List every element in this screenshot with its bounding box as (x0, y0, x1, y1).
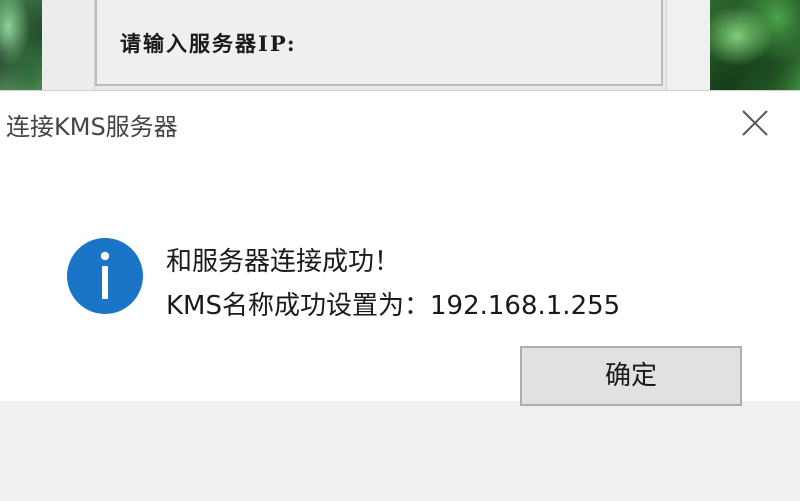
info-icon (66, 237, 144, 315)
dialog-title: 连接KMS服务器 (6, 113, 178, 141)
background-side-strip-right (666, 0, 711, 90)
background-decor-image-right (710, 0, 800, 90)
dialog-titlebar[interactable]: 连接KMS服务器 (0, 91, 800, 155)
message-line-1: 和服务器连接成功！ (166, 247, 401, 277)
close-icon (742, 110, 768, 136)
close-button[interactable] (730, 101, 780, 145)
background-decor-image-left (0, 0, 42, 90)
ok-button[interactable]: 确定 (520, 346, 742, 406)
server-ip-prompt-label: 请输入服务器IP: (120, 31, 297, 56)
message-line-2: KMS名称成功设置为：192.168.1.255 (166, 291, 621, 321)
background-app-window: 请输入服务器IP: (0, 0, 800, 90)
dialog-button-bar (0, 401, 800, 501)
message-dialog: 连接KMS服务器 和服务器连接成功！ KMS名称成功设置为：192.168.1.… (0, 90, 800, 501)
background-side-strip-left (42, 0, 95, 90)
